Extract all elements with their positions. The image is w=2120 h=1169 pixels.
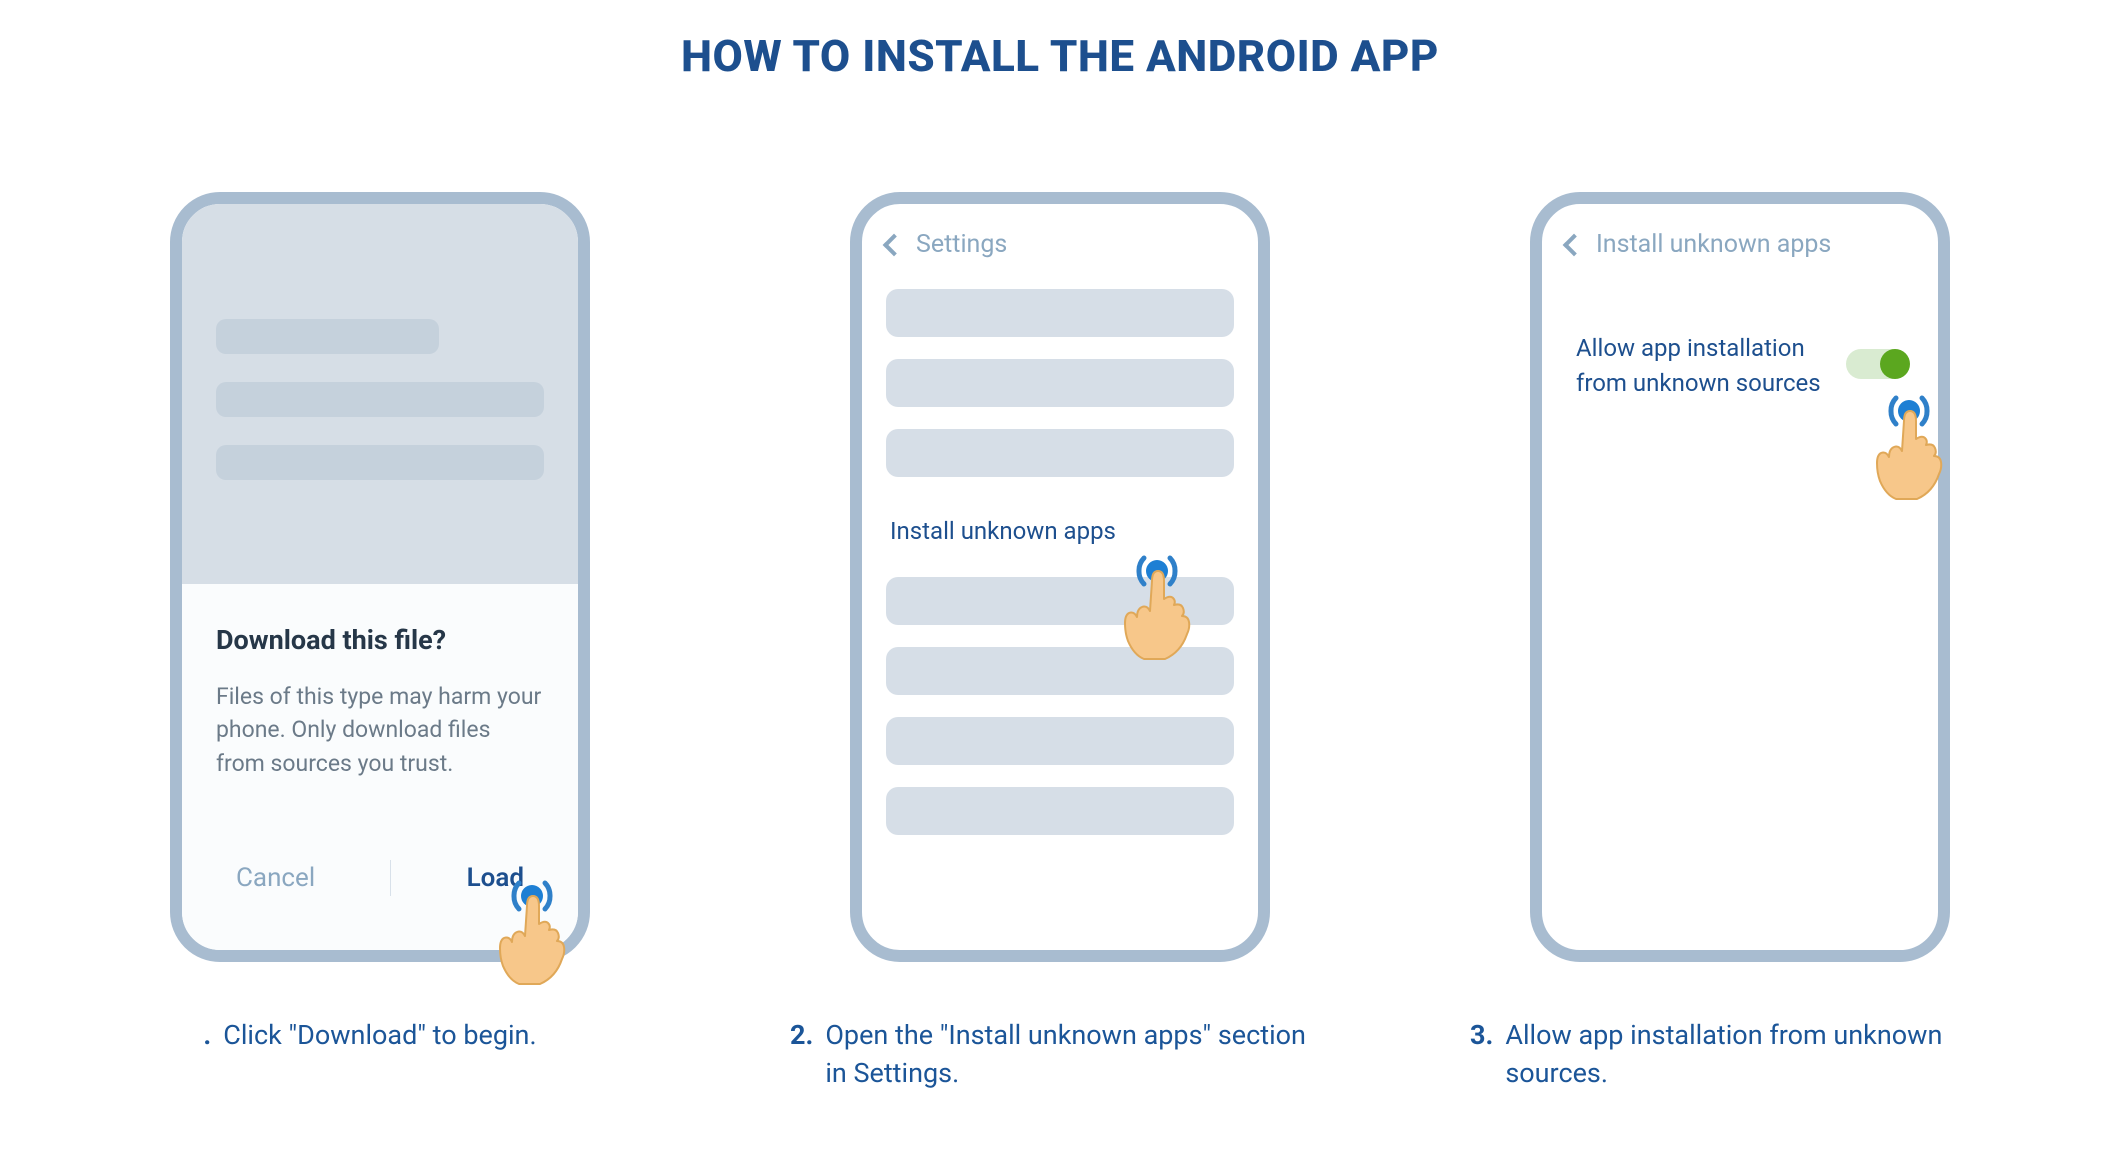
- dialog-body: Files of this type may harm your phone. …: [216, 680, 544, 780]
- step-number: 3.: [1470, 1017, 1493, 1055]
- step-caption: . Click "Download" to begin.: [203, 1017, 536, 1055]
- allow-installation-label: Allow app installation from unknown sour…: [1576, 331, 1826, 401]
- step-number: .: [203, 1017, 211, 1055]
- toggle-handle: [1880, 349, 1910, 379]
- placeholder-bar: [216, 319, 439, 354]
- browser-background: [182, 204, 578, 584]
- placeholder-bar: [886, 577, 1234, 625]
- download-dialog: Download this file? Files of this type m…: [182, 584, 578, 950]
- page-title: HOW TO INSTALL THE ANDROID APP: [30, 30, 2090, 82]
- step-text: Allow app installation from unknown sour…: [1505, 1017, 2010, 1093]
- step-caption: 3. Allow app installation from unknown s…: [1470, 1017, 2010, 1093]
- step-3: Install unknown apps Allow app installat…: [1420, 192, 2060, 1093]
- placeholder-bar: [216, 445, 544, 480]
- placeholder-bar: [886, 717, 1234, 765]
- step-caption: 2. Open the "Install unknown apps" secti…: [790, 1017, 1330, 1093]
- placeholder-bar: [886, 787, 1234, 835]
- phone-mockup-2: Settings Install unknown apps: [850, 192, 1270, 962]
- cancel-button[interactable]: Cancel: [236, 863, 315, 893]
- dialog-title: Download this file?: [216, 624, 544, 656]
- placeholder-bar: [216, 382, 544, 417]
- placeholder-bar: [886, 647, 1234, 695]
- step-number: 2.: [790, 1017, 813, 1055]
- load-button[interactable]: Load: [467, 863, 524, 893]
- install-unknown-apps-link[interactable]: Install unknown apps: [886, 499, 1234, 577]
- phone-mockup-3: Install unknown apps Allow app installat…: [1530, 192, 1950, 962]
- action-separator: [390, 860, 391, 896]
- step-1: Download this file? Files of this type m…: [60, 192, 700, 1093]
- allow-installation-toggle[interactable]: [1846, 349, 1908, 379]
- settings-header-label: Settings: [916, 230, 1007, 259]
- placeholder-bar: [886, 429, 1234, 477]
- step-text: Click "Download" to begin.: [223, 1017, 536, 1055]
- placeholder-bar: [886, 359, 1234, 407]
- unknown-apps-header-label: Install unknown apps: [1596, 230, 1831, 259]
- step-text: Open the "Install unknown apps" section …: [825, 1017, 1330, 1093]
- settings-list: Install unknown apps: [862, 269, 1258, 835]
- phone-mockup-1: Download this file? Files of this type m…: [170, 192, 590, 962]
- settings-back-header[interactable]: Settings: [862, 204, 1258, 269]
- chevron-left-icon: [883, 233, 906, 256]
- step-2: Settings Install unknown apps 2. O: [740, 192, 1380, 1093]
- placeholder-bar: [886, 289, 1234, 337]
- steps-row: Download this file? Files of this type m…: [30, 192, 2090, 1093]
- allow-installation-row: Allow app installation from unknown sour…: [1542, 269, 1938, 401]
- unknown-apps-back-header[interactable]: Install unknown apps: [1542, 204, 1938, 269]
- chevron-left-icon: [1563, 233, 1586, 256]
